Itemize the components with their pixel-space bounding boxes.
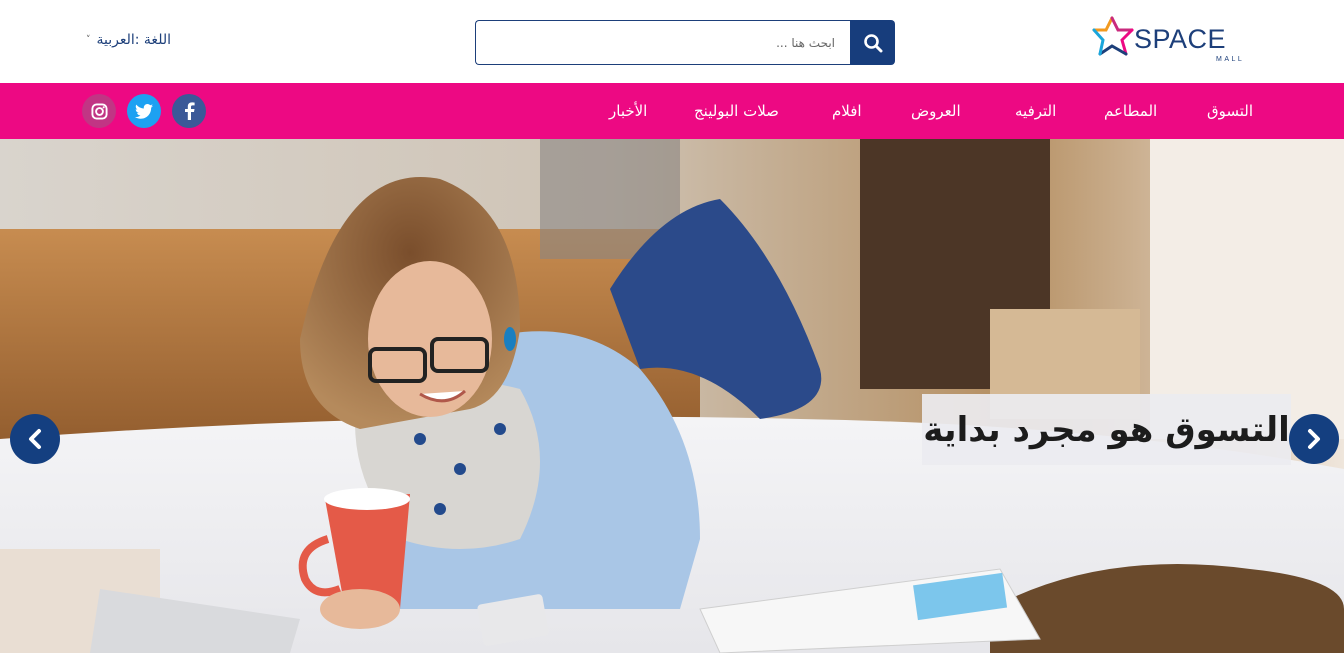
nav-item-entertainment[interactable]: الترفيه [1015,101,1056,121]
instagram-icon [90,102,108,120]
slide-caption: التسوق هو مجرد بداية [922,394,1291,465]
prev-slide-button[interactable] [10,414,60,464]
chevron-right-icon [1308,429,1320,449]
logo-subtext: MALL [1216,56,1245,63]
nav-item-bowling[interactable]: صلات البولينج [694,101,779,121]
nav-item-shopping[interactable]: التسوق [1207,101,1253,121]
nav-item-offers[interactable]: العروض [911,101,961,121]
facebook-link[interactable] [172,94,206,128]
language-selector[interactable]: اللغة :العربية ˅ [86,32,171,48]
search-icon [863,33,882,52]
nav-item-movies[interactable]: افلام [832,101,862,121]
search-button[interactable] [850,20,895,65]
nav-item-restaurants[interactable]: المطاعم [1104,101,1157,121]
instagram-link[interactable] [82,94,116,128]
language-label: اللغة :العربية [96,32,171,48]
chevron-down-icon: ˅ [86,35,91,45]
twitter-link[interactable] [127,94,161,128]
logo-wordmark: SPACE [1134,24,1227,54]
next-slide-button[interactable] [1289,414,1339,464]
search-input[interactable] [475,20,851,65]
chevron-left-icon [29,429,41,449]
site-header: SPACE MALL اللغة :العربية ˅ [0,0,1344,83]
search-bar [475,20,895,65]
hero-slider: التسوق هو مجرد بداية [0,139,1344,653]
slide-caption-text: التسوق هو مجرد بداية [923,409,1290,450]
facebook-icon [185,102,195,120]
site-logo[interactable]: SPACE MALL [1088,12,1256,68]
twitter-icon [135,103,153,119]
nav-item-news[interactable]: الأخبار [609,101,647,121]
